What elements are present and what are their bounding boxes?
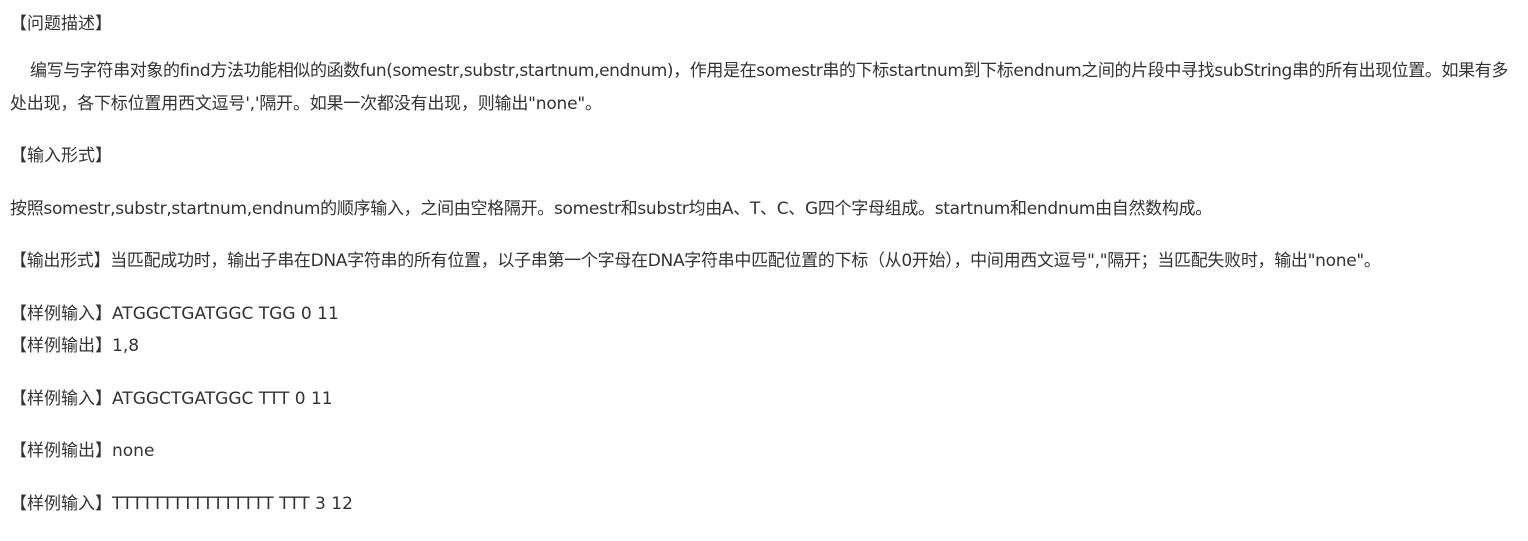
sample-output-2: 【样例输出】none	[10, 441, 155, 461]
sample-input-1: 【样例输入】ATGGCTGATGGC TGG 0 11	[10, 304, 339, 324]
sample-input-2: 【样例输入】ATGGCTGATGGC TTT 0 11	[10, 389, 333, 409]
sample-output-1: 【样例输出】1,8	[10, 336, 140, 356]
problem-heading: 【问题描述】	[10, 14, 112, 34]
sample-input-3: 【样例输入】TTTTTTTTTTTTTTTT TTT 3 12	[10, 494, 353, 514]
input-format-text: 按照somestr,substr,startnum,endnum的顺序输入，之间…	[10, 199, 1212, 219]
output-format-text: 【输出形式】当匹配成功时，输出子串在DNA字符串的所有位置，以子串第一个字母在D…	[10, 251, 1381, 271]
problem-description-line-2: 处出现，各下标位置用西文逗号','隔开。如果一次都没有出现，则输出"none"。	[10, 94, 602, 114]
input-format-heading: 【输入形式】	[10, 146, 112, 166]
problem-description-line-1: 编写与字符串对象的find方法功能相似的函数fun(somestr,substr…	[30, 61, 1509, 81]
problem-document: 【问题描述】 编写与字符串对象的find方法功能相似的函数fun(somestr…	[0, 0, 1528, 541]
